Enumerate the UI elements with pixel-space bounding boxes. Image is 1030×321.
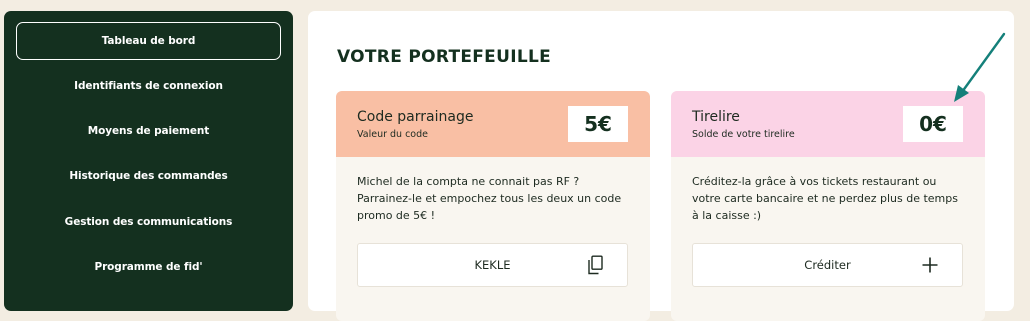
referral-amount: 5€ <box>568 106 628 142</box>
referral-code-copy-button[interactable]: KEKLE <box>357 243 628 287</box>
sidebar-item-dashboard[interactable]: Tableau de bord <box>16 22 281 60</box>
sidebar-item-communications[interactable]: Gestion des communications <box>16 203 281 241</box>
referral-code: KEKLE <box>474 258 511 272</box>
piggy-bank-card: Tirelire Solde de votre tirelire 0€ Créd… <box>671 91 985 321</box>
annotation-arrow-icon <box>954 32 1006 102</box>
piggy-bank-description: Créditez-la grâce à vos tickets restaura… <box>692 175 958 222</box>
sidebar-item-loyalty-program[interactable]: Programme de fid' <box>16 248 281 286</box>
sidebar: Tableau de bord Identifiants de connexio… <box>4 11 293 311</box>
sidebar-item-payment-methods[interactable]: Moyens de paiement <box>16 112 281 150</box>
referral-description: Michel de la compta ne connait pas RF ? … <box>357 175 622 222</box>
credit-button[interactable]: Créditer <box>692 243 963 287</box>
credit-button-label: Créditer <box>804 258 851 272</box>
main-panel: VOTRE PORTEFEUILLE Code parrainage Valeu… <box>308 11 1014 321</box>
sidebar-item-order-history[interactable]: Historique des commandes <box>16 157 281 195</box>
referral-card-header: Code parrainage Valeur du code 5€ <box>336 91 650 157</box>
copy-icon[interactable] <box>585 255 605 275</box>
page-title: VOTRE PORTEFEUILLE <box>337 47 552 67</box>
referral-card: Code parrainage Valeur du code 5€ Michel… <box>336 91 650 321</box>
piggy-bank-balance: 0€ <box>903 106 963 142</box>
plus-icon <box>920 255 940 275</box>
piggy-bank-card-header: Tirelire Solde de votre tirelire 0€ <box>671 91 985 157</box>
sidebar-item-login-credentials[interactable]: Identifiants de connexion <box>16 67 281 105</box>
